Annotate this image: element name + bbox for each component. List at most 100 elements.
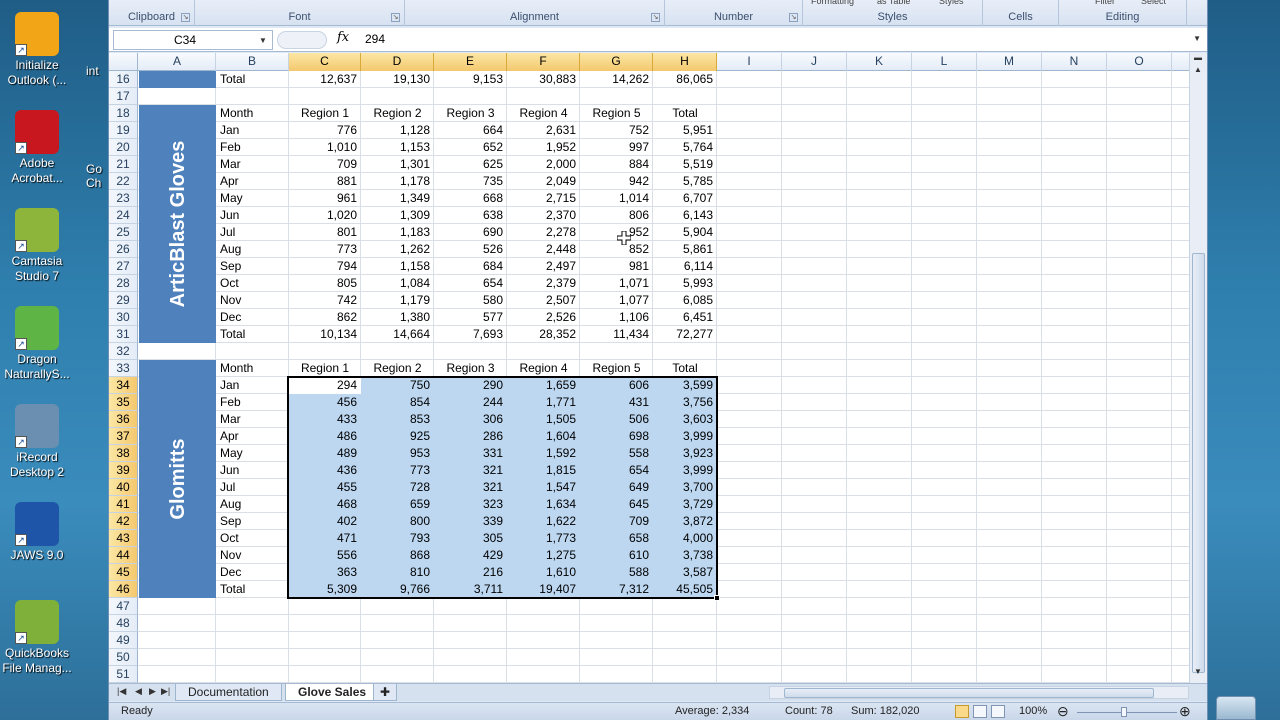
cell[interactable]: Month <box>216 105 289 122</box>
formula-input[interactable]: 294 <box>365 32 385 46</box>
row-header[interactable]: 30 <box>109 309 138 326</box>
cell[interactable]: 1,158 <box>361 258 434 275</box>
column-header-d[interactable]: D <box>361 53 434 71</box>
cell[interactable]: Region 1 <box>289 105 361 122</box>
cell[interactable]: 735 <box>434 173 507 190</box>
cell[interactable]: Aug <box>216 241 289 258</box>
cell[interactable]: 5,993 <box>653 275 717 292</box>
normal-view-icon[interactable] <box>955 705 969 718</box>
cell[interactable]: Nov <box>216 292 289 309</box>
desktop-shortcut[interactable]: ↗ iRecord Desktop 2 <box>2 404 72 480</box>
desktop-shortcut[interactable]: ↗ Dragon NaturallyS... <box>2 306 72 382</box>
cell[interactable]: 1,084 <box>361 275 434 292</box>
row-header[interactable]: 29 <box>109 292 138 309</box>
row-header[interactable]: 33 <box>109 360 138 377</box>
insert-function-icon[interactable]: fx <box>337 30 349 45</box>
row-header[interactable]: 43 <box>109 530 138 547</box>
cell[interactable]: 2,715 <box>507 190 580 207</box>
cell[interactable]: 862 <box>289 309 361 326</box>
row-header[interactable]: 37 <box>109 428 138 445</box>
cell[interactable]: 577 <box>434 309 507 326</box>
cell[interactable]: 5,785 <box>653 173 717 190</box>
cell[interactable]: 1,301 <box>361 156 434 173</box>
split-handle-icon[interactable]: ▬ <box>1191 53 1205 62</box>
cell[interactable]: 1,349 <box>361 190 434 207</box>
cell[interactable]: 19,130 <box>361 71 434 88</box>
cell[interactable]: 2,631 <box>507 122 580 139</box>
column-header-o[interactable]: O <box>1107 53 1172 71</box>
dialog-launcher-icon[interactable]: ↘ <box>391 13 400 22</box>
cell[interactable]: 6,114 <box>653 258 717 275</box>
cell[interactable]: 1,071 <box>580 275 653 292</box>
row-header[interactable]: 25 <box>109 224 138 241</box>
cell[interactable]: 805 <box>289 275 361 292</box>
cell[interactable]: 11,434 <box>580 326 653 343</box>
row-header[interactable]: 49 <box>109 632 138 649</box>
cell[interactable]: 664 <box>434 122 507 139</box>
row-header[interactable]: 24 <box>109 207 138 224</box>
name-box[interactable]: C34 <box>113 30 273 50</box>
prev-sheet-icon[interactable]: ◀ <box>135 686 142 697</box>
cell[interactable]: 997 <box>580 139 653 156</box>
cell[interactable]: Jun <box>216 207 289 224</box>
cell[interactable]: 1,178 <box>361 173 434 190</box>
vertical-scroll-thumb[interactable] <box>1192 253 1205 673</box>
cell[interactable]: Dec <box>216 309 289 326</box>
cell[interactable]: Oct <box>216 530 289 547</box>
cell[interactable]: 2,497 <box>507 258 580 275</box>
cell[interactable]: 86,065 <box>653 71 717 88</box>
row-header[interactable]: 22 <box>109 173 138 190</box>
cell[interactable]: 28,352 <box>507 326 580 343</box>
desktop-shortcut[interactable]: ↗ QuickBooks File Manag... <box>2 600 72 676</box>
cell[interactable]: 2,448 <box>507 241 580 258</box>
row-header[interactable]: 51 <box>109 666 138 683</box>
row-header[interactable]: 38 <box>109 445 138 462</box>
cell[interactable]: Feb <box>216 139 289 156</box>
column-header-f[interactable]: F <box>507 53 580 71</box>
recycle-bin-icon[interactable] <box>1216 696 1256 720</box>
cell[interactable]: Month <box>216 360 289 377</box>
cell[interactable]: 5,951 <box>653 122 717 139</box>
cell[interactable]: Total <box>216 71 289 88</box>
cell[interactable]: 1,010 <box>289 139 361 156</box>
cell[interactable]: 2,278 <box>507 224 580 241</box>
column-header-b[interactable]: B <box>216 53 289 71</box>
cell[interactable]: 806 <box>580 207 653 224</box>
cell[interactable]: Total <box>653 360 717 377</box>
cell[interactable]: 1,380 <box>361 309 434 326</box>
row-header[interactable]: 46 <box>109 581 138 598</box>
cell[interactable]: Dec <box>216 564 289 581</box>
row-header[interactable]: 32 <box>109 343 138 360</box>
column-header-a[interactable]: A <box>139 53 216 71</box>
cell[interactable]: 14,664 <box>361 326 434 343</box>
row-header[interactable]: 35 <box>109 394 138 411</box>
cell[interactable]: 14,262 <box>580 71 653 88</box>
cell[interactable]: 580 <box>434 292 507 309</box>
cell[interactable]: Apr <box>216 173 289 190</box>
cell[interactable]: Jan <box>216 122 289 139</box>
cell[interactable]: Region 1 <box>289 360 361 377</box>
styles-ribbon-item[interactable]: Formatting <box>811 0 854 6</box>
cell[interactable]: 6,085 <box>653 292 717 309</box>
cell[interactable]: Jul <box>216 479 289 496</box>
desktop-shortcut[interactable]: ↗ Camtasia Studio 7 <box>2 208 72 284</box>
cell[interactable]: Sep <box>216 258 289 275</box>
column-header-l[interactable]: L <box>912 53 977 71</box>
cell[interactable]: Region 5 <box>580 105 653 122</box>
cell[interactable]: 6,143 <box>653 207 717 224</box>
cell[interactable]: 1,020 <box>289 207 361 224</box>
fill-handle[interactable] <box>714 595 720 601</box>
formula-bar-splitter[interactable] <box>277 31 327 49</box>
cell[interactable]: Region 5 <box>580 360 653 377</box>
row-header[interactable]: 41 <box>109 496 138 513</box>
cell[interactable]: 709 <box>289 156 361 173</box>
row-header[interactable]: 36 <box>109 411 138 428</box>
cell[interactable]: Region 3 <box>434 105 507 122</box>
cell[interactable]: 1,262 <box>361 241 434 258</box>
cell[interactable]: Total <box>216 581 289 598</box>
cell[interactable]: 12,637 <box>289 71 361 88</box>
cell[interactable]: 794 <box>289 258 361 275</box>
cell[interactable]: Region 2 <box>361 360 434 377</box>
cell[interactable]: 690 <box>434 224 507 241</box>
column-header-j[interactable]: J <box>782 53 847 71</box>
